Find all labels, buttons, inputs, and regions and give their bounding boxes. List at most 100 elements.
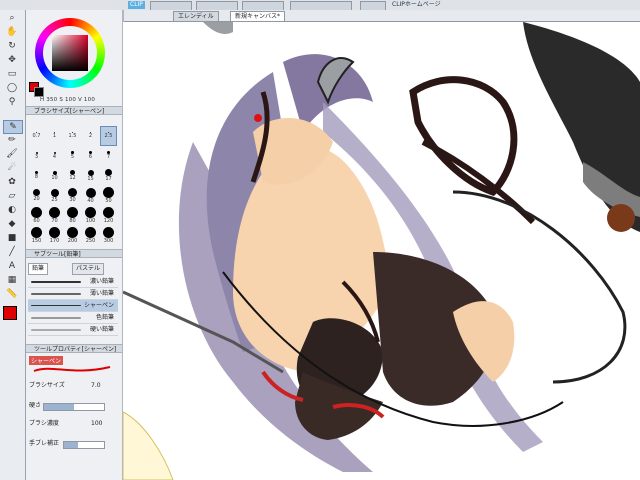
color-wheel[interactable]	[35, 18, 105, 88]
brush-size-label: 150	[31, 238, 42, 244]
brush-size-cell[interactable]: 80	[65, 207, 80, 225]
brush-size-label: 6	[88, 154, 93, 160]
fill-icon[interactable]: ◆	[3, 218, 21, 230]
subtool-item[interactable]: 濃い鉛筆	[28, 276, 118, 288]
brush-size-cell[interactable]: 5	[65, 147, 80, 165]
brush-size-label: 0.7	[32, 133, 41, 139]
brush-size-label: 80	[69, 218, 76, 224]
brush-size-header: ブラシサイズ[シャーペン]	[26, 106, 122, 115]
blend-icon[interactable]: ◐	[3, 204, 21, 216]
decoration-icon[interactable]: ✿	[3, 176, 21, 188]
airbrush-icon[interactable]: ☄	[3, 162, 21, 174]
eyedropper-icon[interactable]: ⚲	[3, 96, 21, 108]
brush-size-cell[interactable]: 6	[83, 147, 98, 165]
brush-size-cell[interactable]: 30	[65, 187, 80, 205]
tool-property-header: ツールプロパティ[シャーペン]	[26, 344, 122, 353]
stabilization-property[interactable]: 手ブレ補正	[29, 438, 119, 450]
zoom-icon[interactable]: ⌕	[3, 12, 21, 24]
brush-size-cell[interactable]: 3	[29, 147, 44, 165]
brush-size-cell[interactable]: 15	[83, 167, 98, 185]
brush-size-cell[interactable]: 170	[47, 227, 62, 245]
brush-size-dot	[103, 227, 114, 238]
brush-size-label: 8	[34, 174, 39, 181]
brush-size-dot	[68, 188, 77, 197]
brush-size-dot	[85, 187, 96, 198]
rotate-icon[interactable]: ↻	[3, 40, 21, 52]
brush-size-label: 2.5	[104, 133, 113, 140]
clip-button[interactable]: CLIP	[128, 1, 145, 9]
brush-size-dot	[67, 227, 78, 238]
brush-size-cell[interactable]: 60	[29, 207, 44, 225]
brush-size-cell[interactable]: 50	[101, 187, 116, 205]
tab-pencil[interactable]: 鉛筆	[28, 263, 49, 275]
brush-icon[interactable]: 🖌	[3, 148, 21, 160]
brush-size-dot	[67, 207, 78, 218]
brush-size-label: 25	[51, 196, 58, 203]
brush-size-cell[interactable]: 17	[101, 167, 116, 185]
brush-size-label: 1	[52, 133, 57, 139]
lasso-icon[interactable]: ◯	[3, 82, 21, 94]
hsv-readout: H 350 S 100 V 100	[40, 97, 96, 103]
tool-palette: ⌕ ✋ ↻ ✥ ▭ ◯ ⚲ ✎ ✏ 🖌 ☄ ✿ ▱ ◐ ◆ ■ ╱ A ▦ 📏	[0, 10, 26, 480]
tab-elendil[interactable]: エレンディル	[173, 11, 219, 21]
brush-size-label: 10	[51, 174, 58, 181]
brush-size-label: 30	[69, 197, 76, 203]
brush-size-cell[interactable]: 2	[83, 127, 98, 145]
brush-size-cell[interactable]: 0.7	[29, 127, 44, 145]
text-icon[interactable]: A	[3, 260, 21, 272]
gradation-icon[interactable]: ■	[3, 232, 21, 244]
brush-size-label: 170	[49, 238, 60, 244]
brush-size-cell[interactable]: 200	[65, 227, 80, 245]
saturation-value-square[interactable]	[52, 35, 88, 71]
subtool-tabs: 鉛筆 パステル	[26, 262, 122, 275]
frame-icon[interactable]: ▦	[3, 274, 21, 286]
brush-size-dot	[85, 227, 96, 238]
brush-size-cell[interactable]: 7	[101, 147, 116, 165]
brush-size-property[interactable]: ブラシサイズ 7.0	[29, 380, 119, 392]
brush-size-cell[interactable]: 20	[29, 187, 44, 205]
brush-size-cell[interactable]: 1.5	[65, 127, 80, 145]
hand-icon[interactable]: ✋	[3, 26, 21, 38]
tab-pastel[interactable]: パステル	[72, 263, 105, 275]
pencil-icon[interactable]: ✏	[3, 134, 21, 146]
main-color-swatch[interactable]	[3, 306, 17, 320]
brush-size-label: 70	[51, 218, 58, 224]
brush-size-label: 5	[70, 153, 75, 160]
select-icon[interactable]: ▭	[3, 68, 21, 80]
drawing-canvas[interactable]	[123, 22, 640, 480]
brush-size-dot	[33, 189, 40, 196]
subtool-item[interactable]: シャーペン	[28, 300, 118, 312]
sub-color-chip[interactable]	[34, 87, 44, 97]
brush-size-cell[interactable]: 150	[29, 227, 44, 245]
hardness-property[interactable]: 硬さ	[29, 400, 119, 412]
brush-size-cell[interactable]: 300	[101, 227, 116, 245]
brush-size-cell[interactable]: 40	[83, 187, 98, 205]
brush-size-cell[interactable]: 4	[47, 147, 62, 165]
move-icon[interactable]: ✥	[3, 54, 21, 66]
subtool-item[interactable]: 硬い鉛筆	[28, 324, 118, 336]
brush-size-cell[interactable]: 12	[65, 167, 80, 185]
brush-size-cell[interactable]: 25	[47, 187, 62, 205]
homepage-link[interactable]: CLIPホームページ	[392, 1, 441, 9]
tab-new-canvas[interactable]: 新規キャンバス*	[230, 11, 286, 21]
brush-size-label: 7	[106, 154, 111, 160]
brush-size-cell[interactable]: 250	[83, 227, 98, 245]
brush-size-cell[interactable]: 1	[47, 127, 62, 145]
eraser-icon[interactable]: ▱	[3, 190, 21, 202]
brush-density-property[interactable]: ブラシ濃度 100	[29, 418, 119, 430]
ruler-icon[interactable]: 📏	[3, 288, 21, 300]
figure-icon[interactable]: ╱	[3, 246, 21, 258]
brush-size-label: 200	[67, 238, 78, 244]
brush-size-label: 3	[34, 153, 39, 160]
brush-size-dot	[50, 188, 59, 197]
pen-icon[interactable]: ✎	[3, 120, 23, 134]
subtool-item[interactable]: 色鉛筆	[28, 312, 118, 324]
brush-size-cell[interactable]: 8	[29, 167, 44, 185]
brush-size-cell[interactable]: 100	[83, 207, 98, 225]
brush-size-cell[interactable]: 10	[47, 167, 62, 185]
brush-size-cell[interactable]: 2.5	[100, 126, 117, 146]
brush-size-cell[interactable]: 70	[47, 207, 62, 225]
subtool-item[interactable]: 薄い鉛筆	[28, 288, 118, 300]
brush-size-label: 15	[87, 175, 94, 182]
brush-size-cell[interactable]: 120	[101, 207, 116, 225]
